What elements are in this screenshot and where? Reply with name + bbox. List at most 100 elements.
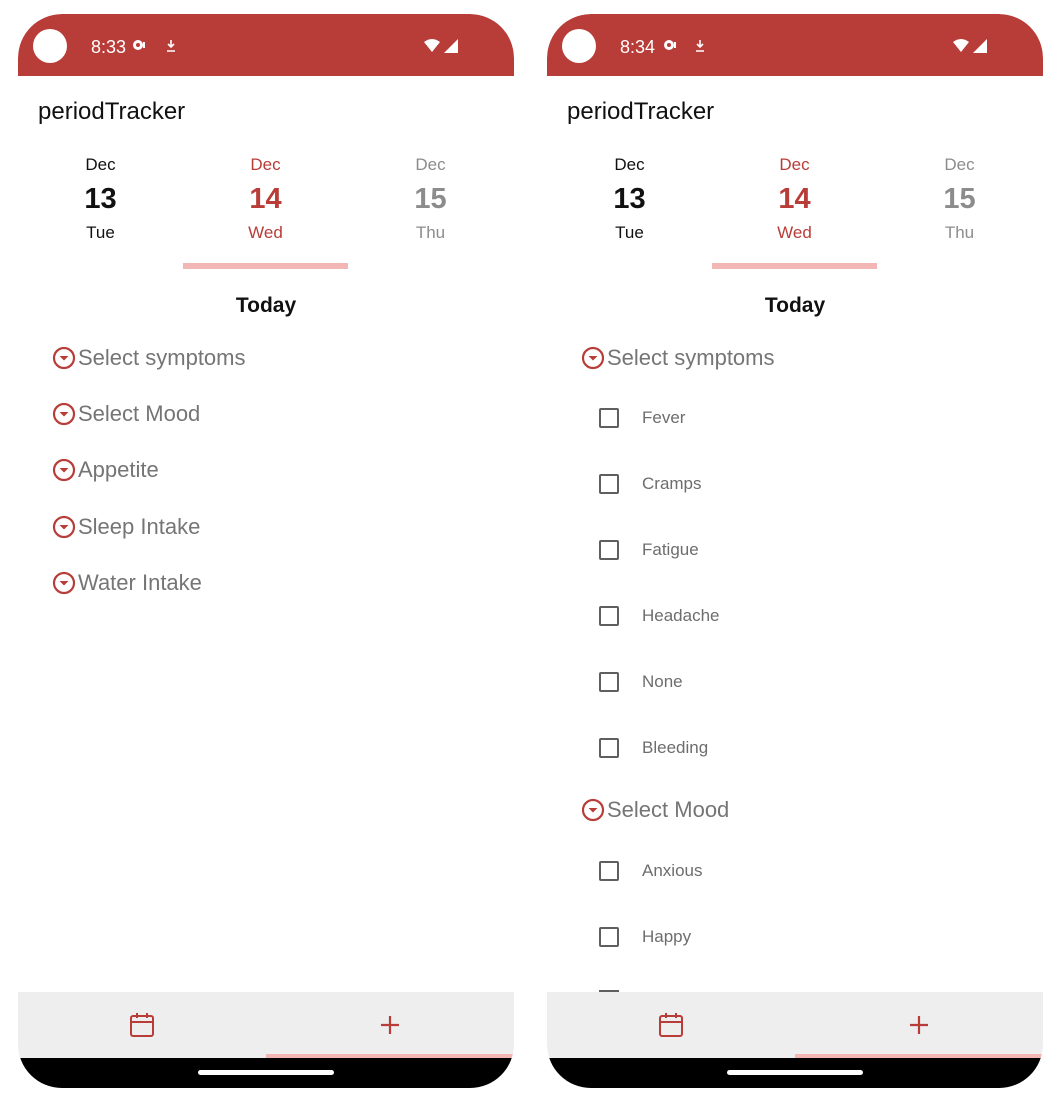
date-day: 14 <box>249 183 282 215</box>
symptoms-dropdown[interactable]: Select symptoms <box>52 341 246 375</box>
home-indicator[interactable] <box>727 1070 863 1075</box>
bottom-navigation <box>547 992 1043 1058</box>
status-time: 8:34 <box>620 37 656 57</box>
download-notification-icon <box>167 40 175 52</box>
status-time: 8:33 <box>91 37 127 57</box>
nav-calendar[interactable] <box>18 992 266 1058</box>
mood-checkbox-anxious[interactable]: Anxious <box>599 856 702 886</box>
date-selector: Dec 13 Tue Dec 14 Wed Dec 15 Thu <box>547 154 1043 274</box>
expand-circle-icon <box>52 571 76 595</box>
mood-checkbox-happy[interactable]: Happy <box>599 922 691 952</box>
nav-add[interactable] <box>266 992 514 1058</box>
calendar-icon <box>659 1013 683 1037</box>
calendar-icon <box>130 1013 154 1037</box>
gesture-bar <box>18 1058 514 1088</box>
checkbox[interactable] <box>599 474 619 494</box>
date-item-13[interactable]: Dec 13 Tue <box>18 154 183 244</box>
symptom-checkbox-cramps[interactable]: Cramps <box>599 469 702 499</box>
date-item-13[interactable]: Dec 13 Tue <box>547 154 712 244</box>
checkbox-label: Fatigue <box>642 540 699 559</box>
date-weekday: Tue <box>615 223 644 242</box>
date-item-15[interactable]: Dec 15 Thu <box>877 154 1042 244</box>
status-bar: 8:33 <box>18 14 514 76</box>
water-intake-dropdown[interactable]: Water Intake <box>52 566 202 600</box>
wifi-signal-icon <box>424 39 458 53</box>
section-label: Appetite <box>78 457 159 482</box>
checkbox[interactable] <box>599 738 619 758</box>
status-bar: 8:34 <box>547 14 1043 76</box>
symptom-checkbox-headache[interactable]: Headache <box>599 601 720 631</box>
today-heading: Today <box>764 294 826 317</box>
symptom-checkbox-fatigue[interactable]: Fatigue <box>599 535 699 565</box>
checkbox[interactable] <box>599 606 619 626</box>
date-month: Dec <box>614 155 645 174</box>
selected-date-indicator <box>712 263 877 269</box>
date-item-15[interactable]: Dec 15 Thu <box>348 154 513 244</box>
camera-cutout <box>33 29 67 63</box>
date-weekday: Wed <box>777 223 812 242</box>
expand-circle-icon <box>52 346 76 370</box>
checkbox[interactable] <box>599 927 619 947</box>
today-heading: Today <box>235 294 297 317</box>
bottom-navigation <box>18 992 514 1058</box>
date-month: Dec <box>944 155 975 174</box>
date-weekday: Thu <box>944 223 975 242</box>
symptom-checkbox-none[interactable]: None <box>599 667 683 697</box>
date-item-14[interactable]: Dec 14 Wed <box>183 154 348 244</box>
date-item-14[interactable]: Dec 14 Wed <box>712 154 877 244</box>
checkbox-label: Happy <box>642 927 692 946</box>
nav-calendar[interactable] <box>547 992 795 1058</box>
nav-add[interactable] <box>795 992 1043 1058</box>
date-day: 14 <box>778 183 811 215</box>
wifi-signal-icon <box>953 39 987 53</box>
symptoms-dropdown[interactable]: Select symptoms <box>581 341 775 375</box>
checkbox[interactable] <box>599 672 619 692</box>
gesture-bar <box>547 1058 1043 1088</box>
plus-icon <box>381 1016 399 1034</box>
date-selector: Dec 13 Tue Dec 14 Wed Dec 15 Thu <box>18 154 514 274</box>
date-day: 15 <box>414 183 447 215</box>
phone-screen-right: 8:34 periodTracker Dec 13 Tue Dec 14 Wed… <box>547 14 1043 1088</box>
date-weekday: Thu <box>415 223 446 242</box>
appetite-dropdown[interactable]: Appetite <box>52 453 159 487</box>
date-month: Dec <box>85 155 116 174</box>
mood-dropdown[interactable]: Select Mood <box>52 397 200 431</box>
app-title: periodTracker <box>38 98 186 125</box>
date-day: 13 <box>613 183 646 215</box>
date-weekday: Wed <box>248 223 283 242</box>
symptom-checkbox-bleeding[interactable]: Bleeding <box>599 733 708 763</box>
date-day: 15 <box>943 183 976 215</box>
plus-icon <box>910 1016 928 1034</box>
date-month: Dec <box>250 155 281 174</box>
expand-circle-icon <box>52 515 76 539</box>
section-label: Water Intake <box>78 570 202 595</box>
app-title: periodTracker <box>567 98 715 125</box>
sleep-intake-dropdown[interactable]: Sleep Intake <box>52 510 200 544</box>
expand-circle-icon <box>581 798 605 822</box>
section-label: Sleep Intake <box>78 514 201 539</box>
section-label: Select Mood <box>607 797 730 822</box>
checkbox-label: Anxious <box>642 861 703 880</box>
checkbox-label: Headache <box>642 606 720 625</box>
camera-cutout <box>562 29 596 63</box>
checkbox-label: Bleeding <box>642 738 709 757</box>
checkbox-label: Fever <box>642 408 686 427</box>
chat-notification-icon <box>133 40 145 50</box>
mood-dropdown[interactable]: Select Mood <box>581 793 729 827</box>
expand-circle-icon <box>52 458 76 482</box>
selected-date-indicator <box>183 263 348 269</box>
checkbox[interactable] <box>599 408 619 428</box>
date-day: 13 <box>84 183 117 215</box>
symptom-checkbox-fever[interactable]: Fever <box>599 403 685 433</box>
section-label: Select Mood <box>78 401 201 426</box>
checkbox[interactable] <box>599 540 619 560</box>
checkbox-label: Cramps <box>642 474 702 493</box>
chat-notification-icon <box>664 40 676 50</box>
section-label: Select symptoms <box>607 345 775 370</box>
date-month: Dec <box>779 155 810 174</box>
home-indicator[interactable] <box>198 1070 334 1075</box>
checkbox[interactable] <box>599 861 619 881</box>
expand-circle-icon <box>52 402 76 426</box>
date-month: Dec <box>415 155 446 174</box>
section-label: Select symptoms <box>78 345 246 370</box>
